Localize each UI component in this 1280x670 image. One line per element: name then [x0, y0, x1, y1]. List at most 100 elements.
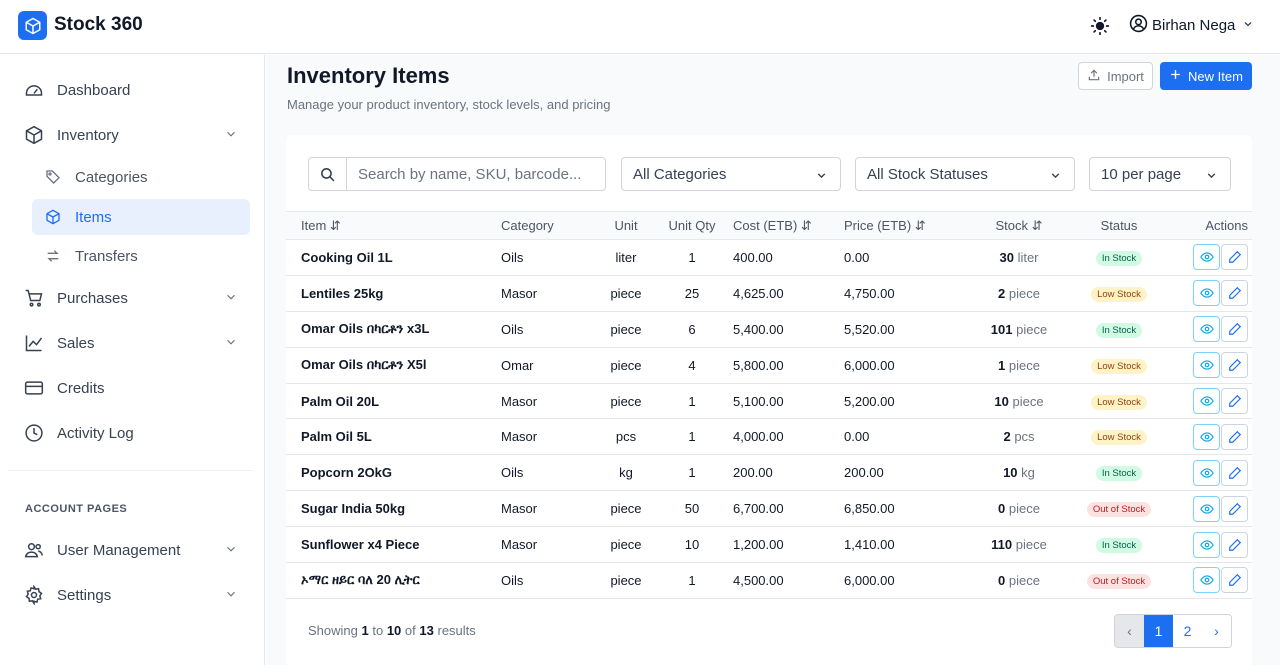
view-button[interactable] — [1193, 316, 1220, 343]
column-header-unit: Unit — [614, 218, 638, 233]
new-item-button[interactable]: New Item — [1160, 62, 1252, 90]
sidebar-item-settings[interactable]: Settings — [18, 577, 250, 613]
page-button-1[interactable]: 1 — [1144, 615, 1173, 647]
item-name[interactable]: Sugar India 50kg — [286, 491, 501, 527]
sidebar-item-transfers[interactable]: Transfers — [32, 238, 250, 274]
view-button[interactable] — [1193, 423, 1220, 450]
eye-icon — [1199, 502, 1214, 516]
item-unit: pcs — [615, 429, 637, 445]
column-header-actions: Actions — [1205, 218, 1248, 233]
edit-button[interactable] — [1221, 316, 1248, 343]
category-select-value: All Categories — [633, 165, 727, 183]
item-name[interactable]: Omar Oils በካርቶን X5l — [286, 347, 501, 383]
next-page-button[interactable]: › — [1202, 615, 1231, 647]
edit-button[interactable] — [1221, 423, 1248, 450]
app-name[interactable]: Stock 360 — [54, 14, 143, 36]
table-row[interactable]: Sunflower x4 Piece Masor piece 10 1,200.00 1,… — [286, 527, 1252, 563]
item-unit: piece — [610, 393, 642, 409]
box-icon — [44, 208, 62, 226]
edit-button[interactable] — [1221, 531, 1248, 558]
view-button[interactable] — [1193, 352, 1220, 379]
sidebar-item-sales[interactable]: Sales — [18, 325, 250, 361]
box-icon — [23, 124, 45, 146]
table-row[interactable]: Omar Oils በካርቶን X5l Omar piece 4 5,800.00 6,0… — [286, 347, 1252, 384]
search-input[interactable] — [347, 165, 597, 183]
sidebar-item-purchases[interactable]: Purchases — [18, 280, 250, 316]
item-name[interactable]: Palm Oil 5L — [286, 419, 501, 455]
edit-button[interactable] — [1221, 352, 1248, 379]
item-unit-qty: 6 — [688, 321, 696, 337]
view-button[interactable] — [1193, 495, 1220, 522]
edit-button[interactable] — [1221, 388, 1248, 414]
results-summary: Showing 1 to 10 of 13 results — [308, 623, 476, 638]
item-cost: 4,500.00 — [733, 572, 784, 588]
import-button[interactable]: Import — [1078, 62, 1153, 90]
item-cost: 5,100.00 — [733, 393, 784, 409]
item-stock: 10 kg — [964, 455, 1074, 491]
table-row[interactable]: Omar Oils በካርቶን x3L Oils piece 6 5,400.00 5,5… — [286, 311, 1252, 348]
top-bar: Stock 360 Birhan Nega — [0, 0, 1280, 54]
edit-button[interactable] — [1221, 280, 1248, 307]
sidebar-item-items[interactable]: Items — [32, 199, 250, 235]
item-price: 6,850.00 — [844, 501, 895, 517]
view-button[interactable] — [1193, 244, 1220, 271]
sidebar-item-categories[interactable]: Categories — [32, 159, 250, 195]
stock-unit: piece — [1008, 285, 1040, 301]
column-header-item[interactable]: Item ⇵ — [286, 212, 501, 240]
sidebar-item-dashboard[interactable]: Dashboard — [18, 72, 250, 108]
item-name[interactable]: Omar Oils በካርቶን x3L — [286, 311, 501, 347]
column-header-status: Status — [1100, 218, 1138, 233]
item-name[interactable]: Sunflower x4 Piece — [286, 527, 501, 563]
view-button[interactable] — [1193, 567, 1220, 594]
stock-unit: liter — [1017, 249, 1039, 265]
column-header-price[interactable]: Price (ETB) ⇵ — [844, 212, 964, 240]
user-menu[interactable]: Birhan Nega — [1129, 14, 1254, 37]
search-box[interactable] — [308, 157, 606, 191]
table-row[interactable]: Palm Oil 5L Masor pcs 1 4,000.00 0.00 2 pcs Low… — [286, 419, 1252, 455]
stock-unit: piece — [1016, 321, 1048, 337]
table-row[interactable]: Sugar India 50kg Masor piece 50 6,700.00 6,85… — [286, 491, 1252, 527]
item-name[interactable]: ኦማር ዘይር ባለ 20 ሊትር — [286, 563, 501, 599]
sidebar-item-activity-log[interactable]: Activity Log — [18, 415, 250, 451]
page-button-2[interactable]: 2 — [1173, 615, 1202, 647]
column-header-cost[interactable]: Cost (ETB) ⇵ — [723, 212, 844, 240]
view-button[interactable] — [1193, 388, 1220, 414]
table-row[interactable]: Lentiles 25kg Masor piece 25 4,625.00 4,750.0… — [286, 275, 1252, 312]
sidebar-item-inventory[interactable]: Inventory — [18, 117, 250, 153]
status-badge: Low Stock — [1091, 394, 1147, 410]
item-name[interactable]: Lentiles 25kg — [286, 275, 501, 311]
item-price: 0.00 — [844, 429, 870, 445]
page-subtitle: Manage your product inventory, stock lev… — [287, 97, 611, 112]
item-name[interactable]: Palm Oil 20L — [286, 383, 501, 419]
edit-button[interactable] — [1221, 567, 1248, 594]
table-row[interactable]: ኦማር ዘይር ባለ 20 ሊትር Oils piece 1 4,500.00 6,000… — [286, 563, 1252, 599]
sun-icon[interactable] — [1090, 16, 1110, 36]
prev-page-button[interactable]: ‹ — [1115, 615, 1144, 647]
table-row[interactable]: Popcorn 2OkG Oils kg 1 200.00 200.00 10 kg In S… — [286, 455, 1252, 491]
edit-button[interactable] — [1221, 244, 1248, 271]
box-logo-icon[interactable] — [18, 11, 47, 40]
edit-button[interactable] — [1221, 459, 1248, 486]
sidebar-item-user-management[interactable]: User Management — [18, 532, 250, 568]
item-category: Masor — [501, 285, 538, 301]
sidebar-item-label: Purchases — [57, 289, 128, 307]
edit-button[interactable] — [1221, 495, 1248, 522]
column-header-stock[interactable]: Stock ⇵ — [964, 212, 1074, 240]
stock-status-select[interactable]: All Stock Statuses — [855, 157, 1075, 191]
category-select[interactable]: All Categories — [621, 157, 841, 191]
sidebar-item-credits[interactable]: Credits — [18, 370, 250, 406]
item-name[interactable]: Cooking Oil 1L — [286, 240, 501, 276]
stock-quantity: 2 — [1003, 429, 1011, 445]
per-page-select[interactable]: 10 per page — [1089, 157, 1231, 191]
view-button[interactable] — [1193, 280, 1220, 307]
item-unit: piece — [610, 537, 642, 553]
view-button[interactable] — [1193, 531, 1220, 558]
item-actions — [1164, 311, 1252, 347]
table-row[interactable]: Cooking Oil 1L Oils liter 1 400.00 0.00 30 lit… — [286, 240, 1252, 276]
view-button[interactable] — [1193, 459, 1220, 486]
item-unit-qty: 1 — [688, 572, 696, 588]
item-name[interactable]: Popcorn 2OkG — [286, 455, 501, 491]
chevron-down-icon — [224, 127, 238, 145]
item-price: 5,200.00 — [844, 393, 895, 409]
table-row[interactable]: Palm Oil 20L Masor piece 1 5,100.00 5,200.00 1… — [286, 383, 1252, 419]
